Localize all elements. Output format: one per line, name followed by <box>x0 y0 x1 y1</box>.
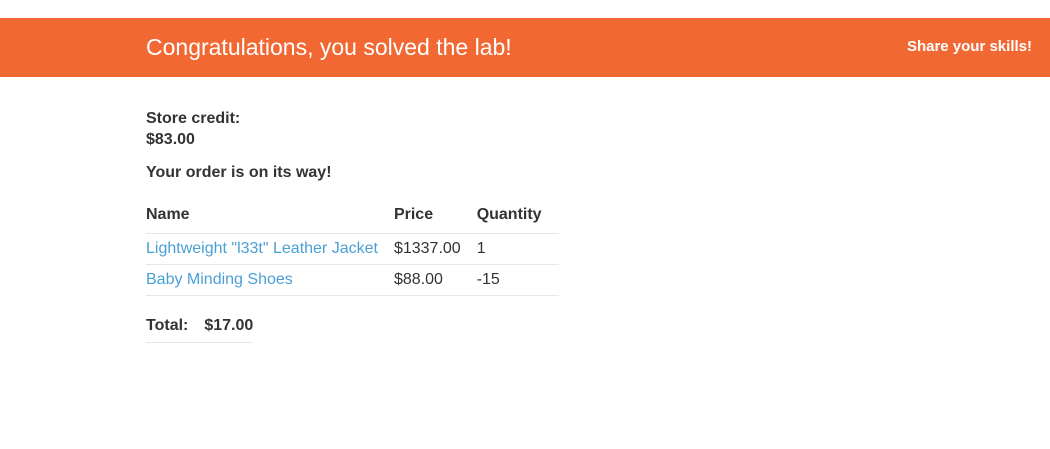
column-header-quantity: Quantity <box>476 205 559 234</box>
order-items-table: Name Price Quantity Lightweight "l33t" L… <box>146 205 559 296</box>
lab-solved-banner: Congratulations, you solved the lab! Sha… <box>0 18 1050 77</box>
table-row: Lightweight "l33t" Leather Jacket $1337.… <box>146 233 559 265</box>
item-quantity-cell: 1 <box>476 233 559 265</box>
top-strip <box>0 0 1050 18</box>
table-header-row: Name Price Quantity <box>146 205 559 234</box>
column-header-price: Price <box>393 205 477 234</box>
total-value: $17.00 <box>204 316 254 343</box>
product-link[interactable]: Baby Minding Shoes <box>146 271 293 288</box>
share-skills-link[interactable]: Share your skills! <box>907 37 1032 57</box>
item-name-cell: Baby Minding Shoes <box>146 264 394 296</box>
item-quantity-cell: -15 <box>476 264 559 296</box>
item-name-cell: Lightweight "l33t" Leather Jacket <box>146 233 394 265</box>
banner-title: Congratulations, you solved the lab! <box>146 34 512 60</box>
column-header-name: Name <box>146 205 394 234</box>
table-row: Baby Minding Shoes $88.00 -15 <box>146 264 559 296</box>
order-status-message: Your order is on its way! <box>146 164 332 181</box>
store-credit-label: Store credit: <box>146 110 241 127</box>
product-link[interactable]: Lightweight "l33t" Leather Jacket <box>146 240 378 257</box>
order-total-table: Total: $17.00 <box>146 316 254 343</box>
total-label: Total: <box>146 316 205 343</box>
item-price-cell: $88.00 <box>393 264 477 296</box>
item-price-cell: $1337.00 <box>393 233 477 265</box>
order-confirmation: Store credit: $83.00 Your order is on it… <box>146 108 559 343</box>
store-credit-value: $83.00 <box>146 131 195 148</box>
total-row: Total: $17.00 <box>146 316 254 343</box>
